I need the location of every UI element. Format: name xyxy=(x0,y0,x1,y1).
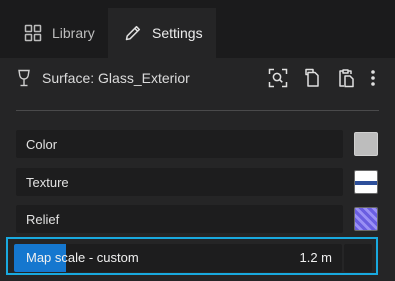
texture-thumbnail[interactable] xyxy=(354,170,378,194)
search-icon[interactable] xyxy=(266,66,290,90)
more-icon[interactable] xyxy=(368,66,378,90)
color-property-row[interactable]: Color xyxy=(16,130,343,158)
copy-icon[interactable] xyxy=(300,66,324,90)
tab-bar: Library Settings xyxy=(0,0,395,58)
tab-library[interactable]: Library xyxy=(8,8,106,58)
paste-icon[interactable] xyxy=(334,66,358,90)
header-divider xyxy=(16,110,379,111)
surface-title: Surface: Glass_Exterior xyxy=(42,70,190,86)
map-scale-label: Map scale - custom xyxy=(26,250,139,265)
tab-settings-label: Settings xyxy=(152,25,203,41)
relief-property-row[interactable]: Relief xyxy=(16,205,343,233)
color-label: Color xyxy=(26,136,58,152)
relief-label: Relief xyxy=(26,211,60,227)
relief-thumbnail[interactable] xyxy=(354,207,378,231)
texture-label: Texture xyxy=(26,174,69,190)
tab-settings[interactable]: Settings xyxy=(108,8,216,58)
map-scale-value: 1.2 m xyxy=(299,250,332,265)
map-scale-slider[interactable]: Map scale - custom 1.2 m xyxy=(14,244,342,272)
pencil-icon xyxy=(124,24,142,42)
map-scale-extra-button[interactable] xyxy=(344,244,372,272)
color-swatch[interactable] xyxy=(354,132,378,156)
grid-icon xyxy=(24,24,42,42)
texture-property-row[interactable]: Texture xyxy=(16,168,343,196)
wine-glass-icon xyxy=(16,69,32,87)
tab-library-label: Library xyxy=(52,25,95,41)
header-actions xyxy=(266,66,378,90)
